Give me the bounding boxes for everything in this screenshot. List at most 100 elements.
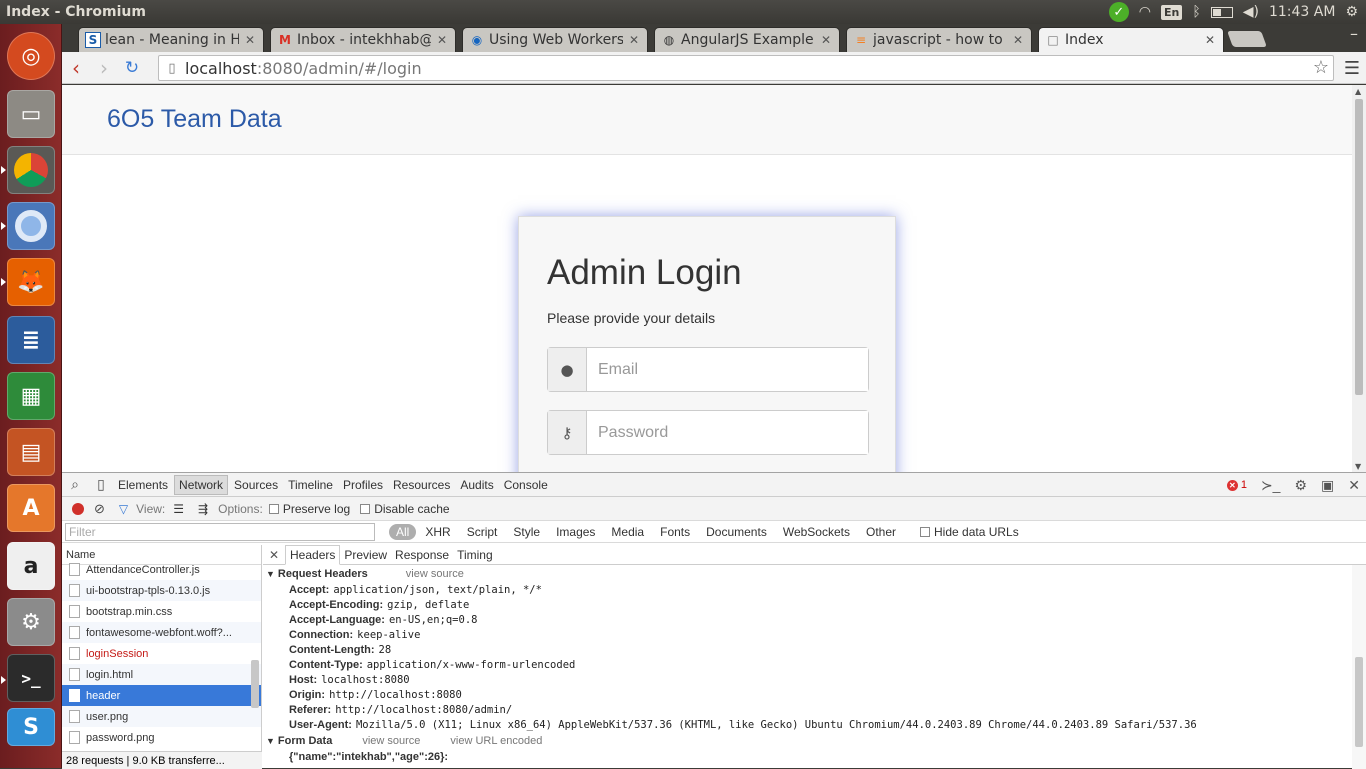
filter-type-documents[interactable]: Documents — [706, 525, 767, 539]
page-scrollbar[interactable]: ▲ ▼ — [1352, 85, 1366, 472]
window-minimize-icon[interactable]: – — [1350, 24, 1358, 43]
tab-preview[interactable]: Preview — [340, 545, 391, 565]
navbar-brand[interactable]: 6O5 Team Data — [107, 105, 282, 134]
request-row[interactable]: AttendanceController.js — [62, 559, 261, 580]
chrome-icon[interactable] — [7, 146, 55, 194]
request-row[interactable]: bootstrap.min.css — [62, 601, 261, 622]
preserve-log-label[interactable]: Preserve log — [283, 502, 350, 516]
address-bar[interactable]: ▯ localhost:8080/admin/#/login ☆ — [158, 55, 1334, 81]
dock-side-icon[interactable]: ▣ — [1321, 477, 1334, 494]
files-icon[interactable]: ▭ — [7, 90, 55, 138]
view-source-link[interactable]: view source — [362, 735, 420, 747]
filter-type-websockets[interactable]: WebSockets — [783, 525, 850, 539]
clock[interactable]: 11:43 AM — [1269, 4, 1335, 20]
devtools-tab-elements[interactable]: Elements — [114, 475, 172, 495]
settings-gear-icon[interactable]: ⚙ — [1345, 4, 1358, 20]
preserve-log-checkbox[interactable] — [268, 503, 279, 514]
devtools-tab-profiles[interactable]: Profiles — [339, 475, 387, 495]
scroll-down-icon[interactable]: ▼ — [1355, 462, 1361, 471]
devtools-tab-network[interactable]: Network — [174, 474, 229, 495]
request-headers-section[interactable]: ▼ Request Headers view source — [263, 565, 1366, 582]
ubuntu-dash-icon[interactable]: ◎ — [7, 32, 55, 80]
browser-tab[interactable]: ◍ AngularJS Example ✕ — [654, 27, 840, 52]
console-drawer-icon[interactable]: ≻_ — [1261, 477, 1281, 494]
chrome-menu-icon[interactable]: ☰ — [1344, 58, 1360, 79]
tab-close-icon[interactable]: ✕ — [821, 33, 831, 47]
keyboard-layout-indicator[interactable]: En — [1160, 4, 1183, 20]
devtools-tab-resources[interactable]: Resources — [389, 475, 454, 495]
devtools-settings-icon[interactable]: ⚙ — [1294, 477, 1307, 494]
filter-type-all[interactable]: All — [389, 523, 417, 540]
forward-icon[interactable]: › — [90, 56, 118, 80]
detail-scrollbar-thumb[interactable] — [1355, 657, 1363, 747]
detail-scrollbar[interactable] — [1352, 565, 1366, 769]
libreoffice-calc-icon[interactable]: ▦ — [7, 372, 55, 420]
tab-close-icon[interactable]: ✕ — [1013, 33, 1023, 47]
browser-tab[interactable]: ◉ Using Web Workers ✕ — [462, 27, 648, 52]
clear-icon[interactable]: ⊘ — [94, 501, 105, 517]
skype-icon[interactable]: S — [7, 708, 55, 746]
browser-tab[interactable]: S lean - Meaning in Hi ✕ — [78, 27, 264, 52]
page-scrollbar-thumb[interactable] — [1355, 99, 1363, 395]
form-data-section[interactable]: ▼ Form Data view source view URL encoded — [263, 732, 1366, 749]
browser-tab-active[interactable]: □ Index ✕ — [1038, 27, 1224, 52]
new-tab-button[interactable] — [1227, 31, 1267, 47]
large-rows-icon[interactable]: ☰ — [173, 502, 184, 516]
tab-timing[interactable]: Timing — [453, 545, 497, 565]
overview-icon[interactable]: ⇶ — [198, 502, 208, 516]
filter-type-media[interactable]: Media — [611, 525, 644, 539]
update-check-icon[interactable]: ✓ — [1108, 2, 1129, 22]
request-row[interactable]: password.png — [62, 727, 261, 748]
view-source-link[interactable]: view source — [406, 568, 464, 580]
tab-response[interactable]: Response — [391, 545, 453, 565]
disable-cache-label[interactable]: Disable cache — [374, 502, 449, 516]
tab-close-icon[interactable]: ✕ — [629, 33, 639, 47]
back-icon[interactable]: ‹ — [62, 56, 90, 80]
chromium-icon[interactable] — [7, 202, 55, 250]
firefox-icon[interactable]: 🦊 — [7, 258, 55, 306]
devtools-tab-sources[interactable]: Sources — [230, 475, 282, 495]
error-count-badge[interactable]: ✕ 1 — [1226, 479, 1247, 491]
request-row[interactable]: fontawesome-webfont.woff?... — [62, 622, 261, 643]
request-row[interactable]: login.html — [62, 664, 261, 685]
system-settings-icon[interactable]: ⚙ — [7, 598, 55, 646]
software-center-icon[interactable]: A — [7, 484, 55, 532]
devtools-tab-audits[interactable]: Audits — [456, 475, 497, 495]
devtools-close-icon[interactable]: ✕ — [1348, 477, 1360, 494]
request-row[interactable]: user.png — [62, 706, 261, 727]
filter-type-other[interactable]: Other — [866, 525, 896, 539]
page-info-icon[interactable]: ▯ — [159, 61, 185, 76]
reload-icon[interactable]: ↻ — [118, 58, 146, 78]
bookmark-star-icon[interactable]: ☆ — [1313, 57, 1329, 78]
battery-icon[interactable] — [1210, 6, 1233, 18]
device-mode-icon[interactable]: ▯ — [88, 476, 114, 493]
record-icon[interactable] — [72, 502, 84, 515]
filter-type-style[interactable]: Style — [513, 525, 540, 539]
terminal-icon[interactable]: >_ — [7, 654, 55, 702]
wifi-icon[interactable]: ◠ — [1139, 4, 1151, 20]
password-input[interactable] — [587, 411, 868, 454]
libreoffice-impress-icon[interactable]: ▤ — [7, 428, 55, 476]
filter-funnel-icon[interactable]: ▽ — [119, 502, 128, 516]
view-url-encoded-link[interactable]: view URL encoded — [450, 735, 542, 747]
scroll-up-icon[interactable]: ▲ — [1355, 87, 1361, 96]
bluetooth-icon[interactable]: ᛒ — [1192, 4, 1200, 20]
filter-type-fonts[interactable]: Fonts — [660, 525, 690, 539]
filter-type-xhr[interactable]: XHR — [425, 525, 450, 539]
email-input[interactable] — [587, 348, 868, 391]
request-list-scrollbar[interactable] — [251, 660, 259, 708]
libreoffice-writer-icon[interactable]: ≣ — [7, 316, 55, 364]
request-row-selected[interactable]: header — [62, 685, 261, 706]
detail-close-icon[interactable]: ✕ — [263, 548, 285, 562]
devtools-tab-console[interactable]: Console — [500, 475, 552, 495]
filter-type-images[interactable]: Images — [556, 525, 595, 539]
volume-icon[interactable]: ◀) — [1243, 4, 1259, 20]
hide-data-urls-label[interactable]: Hide data URLs — [934, 525, 1019, 539]
tab-close-icon[interactable]: ✕ — [245, 33, 255, 47]
hide-data-urls-checkbox[interactable] — [920, 526, 930, 537]
request-row-error[interactable]: loginSession — [62, 643, 261, 664]
tab-headers[interactable]: Headers — [285, 544, 341, 565]
tab-close-icon[interactable]: ✕ — [437, 33, 447, 47]
filter-type-script[interactable]: Script — [467, 525, 498, 539]
url-text[interactable]: localhost:8080/admin/#/login — [185, 59, 422, 78]
